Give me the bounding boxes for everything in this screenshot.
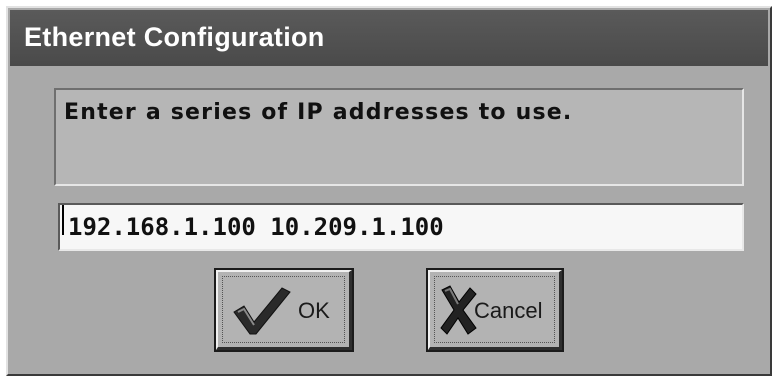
- ip-addresses-value: 192.168.1.100 10.209.1.100: [68, 213, 444, 241]
- instruction-text: Enter a series of IP addresses to use.: [64, 100, 573, 125]
- window-title: Ethernet Configuration: [24, 22, 325, 52]
- ip-addresses-input[interactable]: 192.168.1.100 10.209.1.100: [58, 203, 744, 251]
- ok-label: OK: [298, 298, 330, 323]
- text-caret: [62, 205, 64, 235]
- cancel-label: Cancel: [474, 298, 543, 323]
- cancel-button[interactable]: Cancel: [426, 268, 564, 352]
- ethernet-config-dialog: Ethernet Configuration Enter a series of…: [6, 6, 772, 376]
- title-bar[interactable]: Ethernet Configuration: [10, 10, 768, 66]
- checkmark-icon: [233, 287, 291, 335]
- ok-button[interactable]: OK: [214, 268, 354, 352]
- message-panel: Enter a series of IP addresses to use.: [54, 88, 744, 186]
